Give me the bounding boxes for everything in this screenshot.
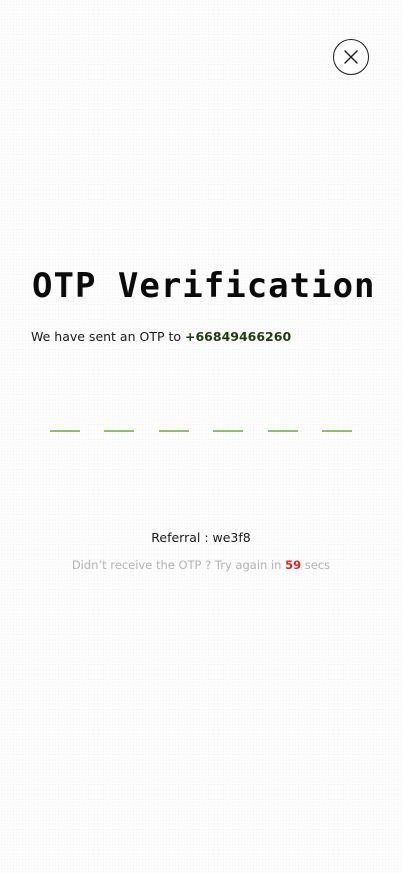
- referral-info: Referral : we3f8: [0, 530, 402, 546]
- otp-digit-2[interactable]: [104, 404, 134, 432]
- referral-code: we3f8: [212, 530, 251, 545]
- otp-sent-prefix: We have sent an OTP to: [31, 329, 185, 344]
- close-button[interactable]: [333, 39, 369, 75]
- resend-countdown: 59: [285, 558, 302, 572]
- resend-prefix: Didn’t receive the OTP ? Try again in: [71, 558, 286, 572]
- otp-digit-1[interactable]: [50, 404, 80, 432]
- otp-sent-message: We have sent an OTP to +66849466260: [31, 329, 291, 345]
- otp-input-group: [50, 404, 353, 432]
- otp-digit-4[interactable]: [213, 404, 243, 432]
- phone-number: +66849466260: [185, 329, 292, 344]
- resend-otp-text: Didn’t receive the OTP ? Try again in 59…: [0, 557, 402, 573]
- otp-verification-screen: OTP Verification We have sent an OTP to …: [0, 0, 402, 874]
- page-title: OTP Verification: [32, 266, 376, 306]
- close-icon: [344, 50, 358, 64]
- otp-digit-6[interactable]: [322, 404, 352, 432]
- otp-digit-3[interactable]: [159, 404, 189, 432]
- resend-suffix: secs: [301, 558, 331, 572]
- referral-label: Referral :: [151, 530, 213, 545]
- otp-digit-5[interactable]: [268, 404, 298, 432]
